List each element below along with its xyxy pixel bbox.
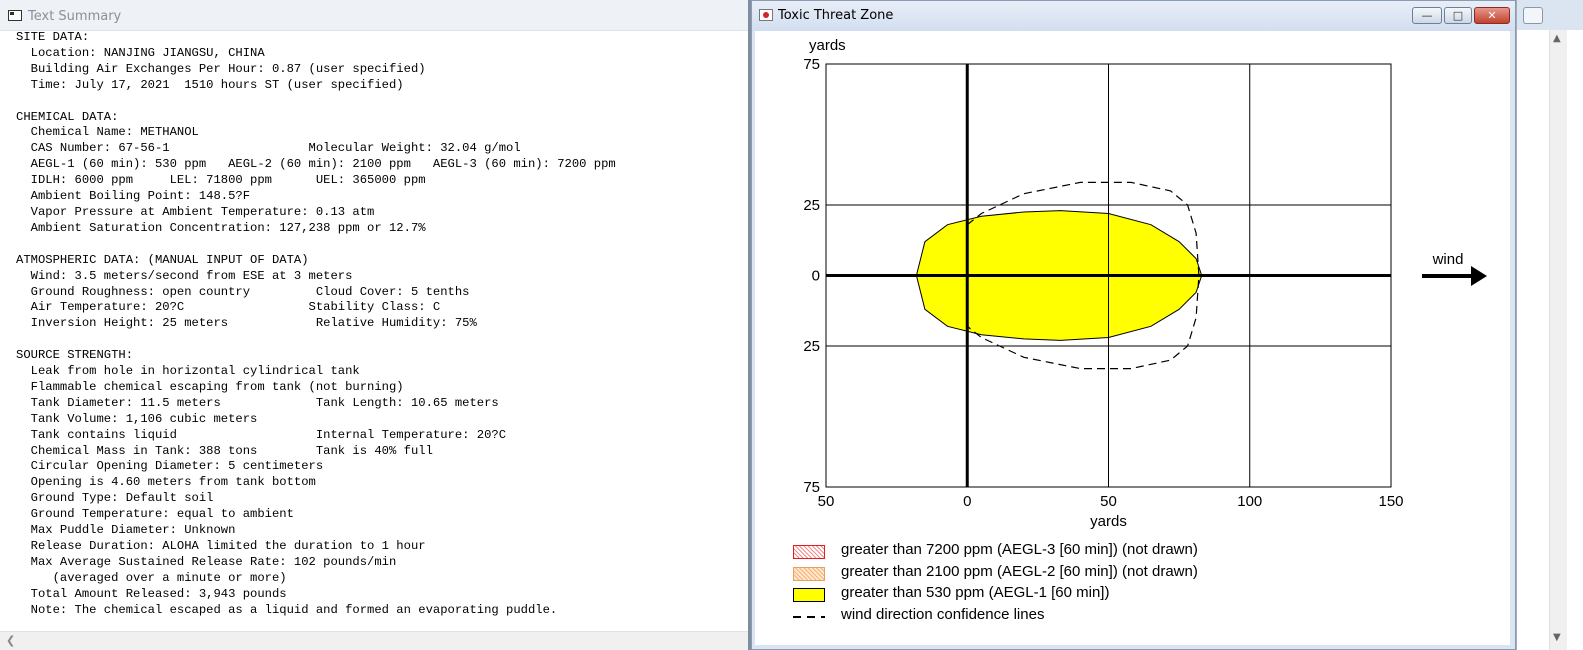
summary-line: Circular Opening Diameter: 5 centimeters [16, 459, 324, 474]
y-tick-label: 0 [812, 268, 820, 285]
x-tick-label: 100 [1237, 493, 1262, 510]
vertical-scrollbar[interactable]: ▲ ▼ [1549, 30, 1567, 650]
wind-label: wind [1432, 251, 1464, 268]
summary-line: Max Puddle Diameter: Unknown [16, 523, 236, 538]
wind-arrow-icon [1471, 266, 1487, 286]
summary-line: SOURCE STRENGTH: [16, 348, 134, 363]
y-tick-label: 75 [803, 479, 820, 496]
summary-line: CAS Number: 67-56-1 Molecular Weight: 32… [16, 141, 521, 156]
background-window: ▲ ▼ [1516, 0, 1583, 650]
summary-line: Ambient Saturation Concentration: 127,23… [16, 220, 426, 235]
window-icon [8, 10, 22, 21]
y-tick-label: 25 [803, 338, 820, 355]
y-tick-label: 25 [803, 197, 820, 214]
legend-label-confidence: wind direction confidence lines [841, 605, 1045, 623]
summary-line: ATMOSPHERIC DATA: (MANUAL INPUT OF DATA) [16, 252, 309, 267]
text-summary-titlebar[interactable]: Text Summary [0, 0, 748, 31]
summary-line: Ground Roughness: open country Cloud Cov… [16, 284, 470, 299]
summary-line: Leak from hole in horizontal cylindrical… [16, 364, 360, 379]
threat-zone-window: Toxic Threat Zone — □ ✕ 50 0 50 100 150 75 25 0… [751, 0, 1516, 650]
scroll-down-arrow-icon[interactable]: ▼ [1553, 632, 1561, 643]
scroll-up-arrow-icon[interactable]: ▲ [1553, 33, 1561, 44]
text-summary-title: Text Summary [28, 9, 122, 24]
threat-zone-chart: 50 0 50 100 150 75 25 0 25 75 yards yards wind [803, 37, 1487, 530]
summary-line: Tank Volume: 1,106 cubic meters [16, 411, 258, 426]
summary-line [16, 332, 736, 348]
summary-line: Vapor Pressure at Ambient Temperature: 0… [16, 204, 375, 219]
summary-line: IDLH: 6000 ppm LEL: 71800 ppm UEL: 36500… [16, 173, 426, 188]
summary-line: SITE DATA: [16, 30, 90, 44]
legend-swatch-aegl2 [793, 566, 825, 581]
app-red-dot-icon [759, 9, 773, 21]
summary-line: Ambient Boiling Point: 148.5?F [16, 189, 251, 204]
y-axis-label: yards [809, 37, 846, 54]
summary-line: Inversion Height: 25 meters Relative Hum… [16, 316, 477, 331]
scroll-left-arrow-icon[interactable]: ❮ [6, 634, 15, 647]
legend-label-aegl1: greater than 530 ppm (AEGL-1 [60 min]) [841, 584, 1110, 601]
summary-line: Ground Type: Default soil [16, 491, 214, 506]
summary-line: Location: NANJING JIANGSU, CHINA [16, 45, 265, 60]
close-button[interactable]: ✕ [1474, 7, 1510, 24]
summary-line: Wind: 3.5 meters/second from ESE at 3 me… [16, 268, 353, 283]
legend-label-aegl2: greater than 2100 ppm (AEGL-2 [60 min]) … [841, 562, 1198, 580]
summary-line [16, 94, 736, 110]
legend-swatch-aegl3 [793, 545, 825, 559]
summary-line: Total Amount Released: 3,943 pounds [16, 586, 287, 601]
x-tick-label: 0 [963, 493, 971, 510]
summary-line: Opening is 4.60 meters from tank bottom [16, 475, 316, 490]
summary-line: Time: July 17, 2021 1510 hours ST (user … [16, 77, 404, 92]
summary-line: Release Duration: ALOHA limited the dura… [16, 539, 426, 553]
background-window-button[interactable] [1523, 7, 1543, 24]
legend-label-aegl3: greater than 7200 ppm (AEGL-3 [60 min]) … [841, 541, 1198, 558]
summary-line: Ground Temperature: equal to ambient [16, 507, 294, 522]
minimize-button[interactable]: — [1412, 7, 1442, 24]
summary-line: AEGL-1 (60 min): 530 ppm AEGL-2 (60 min)… [16, 157, 616, 172]
x-tick-label: 50 [1100, 493, 1117, 510]
legend-swatch-confidence [793, 615, 825, 618]
x-axis-label: yards [1090, 513, 1127, 530]
maximize-button[interactable]: □ [1444, 7, 1472, 24]
threat-zone-title: Toxic Threat Zone [778, 8, 894, 23]
x-tick-label: 50 [818, 493, 835, 510]
text-summary-window: Text Summary SITE DATA: Location: NANJIN… [0, 0, 749, 650]
summary-line: Tank contains liquid Internal Temperatur… [16, 427, 507, 442]
text-summary-content: SITE DATA: Location: NANJING JIANGSU, CH… [16, 30, 736, 622]
summary-line: Chemical Name: METHANOL [16, 125, 199, 140]
legend-swatch-aegl1 [793, 588, 825, 602]
horizontal-scrollbar[interactable]: ❮ [0, 631, 748, 650]
summary-line: Building Air Exchanges Per Hour: 0.87 (u… [16, 61, 426, 76]
background-window-titlebar[interactable] [1517, 0, 1583, 30]
y-tick-label: 75 [803, 56, 820, 73]
summary-line: (averaged over a minute or more) [16, 570, 287, 585]
summary-line: Flammable chemical escaping from tank (n… [16, 379, 404, 394]
summary-line: CHEMICAL DATA: [16, 109, 119, 124]
summary-line [16, 237, 736, 253]
x-tick-label: 150 [1378, 493, 1403, 510]
summary-line: Tank Diameter: 11.5 meters Tank Length: … [16, 395, 499, 410]
threat-zone-titlebar[interactable]: Toxic Threat Zone — □ ✕ [752, 1, 1515, 31]
plot-area: 50 0 50 100 150 75 25 0 25 75 yards yards wind great… [755, 31, 1510, 645]
summary-line: Chemical Mass in Tank: 388 tons Tank is … [16, 443, 433, 458]
summary-line: Max Average Sustained Release Rate: 102 … [16, 554, 397, 569]
summary-line: Air Temperature: 20?C Stability Class: C [16, 300, 441, 315]
summary-line: Note: The chemical escaped as a liquid a… [16, 602, 558, 617]
